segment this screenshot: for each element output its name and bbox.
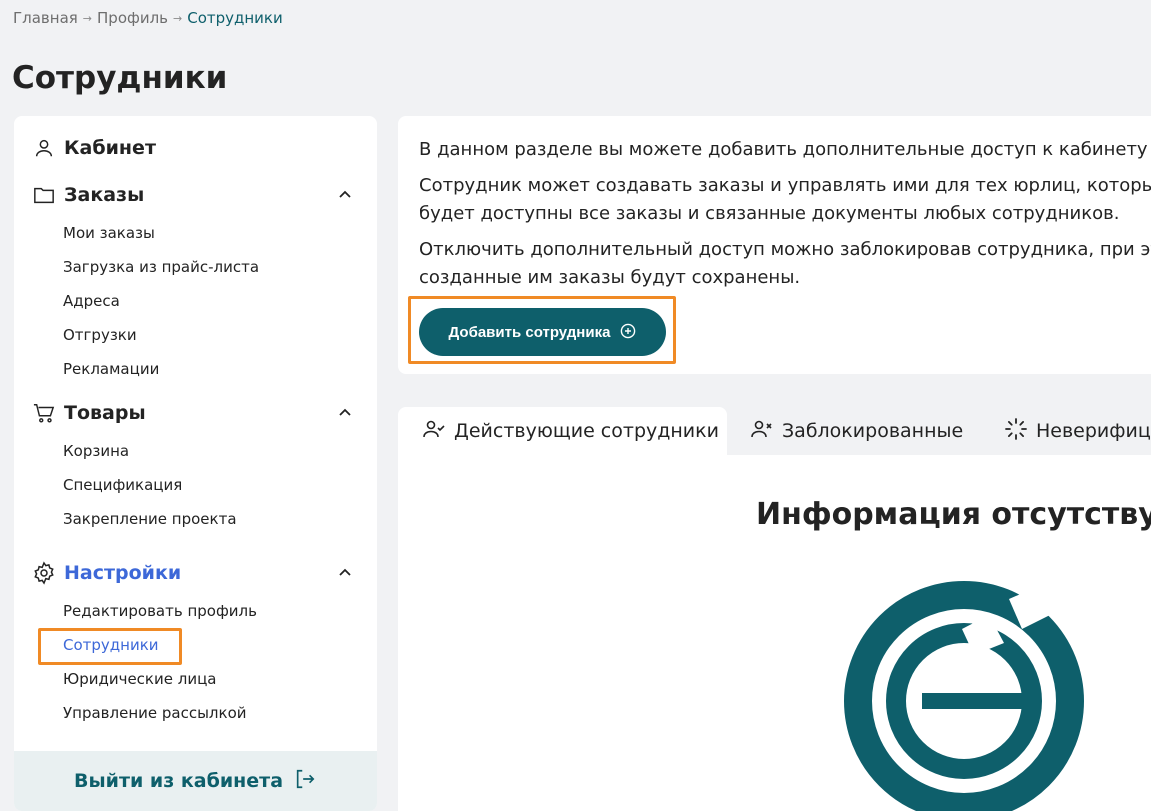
highlight-box	[38, 628, 182, 665]
tab-blocked[interactable]: Заблокированные	[750, 407, 963, 455]
info-text-3b: созданные им заказы будут сохранены.	[419, 267, 801, 288]
chevron-up-icon[interactable]	[333, 561, 357, 585]
info-text-1: В данном разделе вы можете добавить допо…	[419, 139, 1151, 160]
tab-label: Заблокированные	[782, 420, 964, 442]
sidebar-item-addresses[interactable]: Адреса	[63, 291, 120, 311]
user-x-icon	[750, 417, 774, 446]
breadcrumb: Главная → Профиль → Сотрудники	[13, 9, 283, 27]
sidebar-section-label: Товары	[64, 402, 146, 424]
sidebar-item-legal-entities[interactable]: Юридические лица	[63, 669, 216, 689]
sidebar-item-project-lock[interactable]: Закрепление проекта	[63, 509, 237, 529]
info-text-2a: Сотрудник может создавать заказы и управ…	[419, 175, 1151, 196]
employee-tabs: Действующие сотрудники Заблокированные Н…	[398, 407, 1151, 455]
arrow-right-icon: →	[82, 11, 93, 25]
sidebar-item-my-orders[interactable]: Мои заказы	[63, 223, 155, 243]
sidebar-section-orders[interactable]: Заказы	[32, 181, 357, 209]
sidebar-item-price-upload[interactable]: Загрузка из прайс-листа	[63, 257, 259, 277]
sidebar-item-claims[interactable]: Рекламации	[63, 359, 159, 379]
info-text-3a: Отключить дополнительный доступ можно за…	[419, 239, 1151, 260]
sidebar-item-specification[interactable]: Спецификация	[63, 475, 182, 495]
user-icon	[32, 136, 56, 160]
gear-icon	[32, 561, 56, 585]
info-text-2b: будет доступны все заказы и связанные до…	[419, 203, 1120, 224]
page-title: Сотрудники	[12, 60, 228, 96]
tab-unverified[interactable]: Неверифици	[1004, 407, 1151, 455]
chevron-up-icon[interactable]	[333, 183, 357, 207]
sidebar-section-cabinet[interactable]: Кабинет	[32, 134, 357, 162]
folder-icon	[32, 183, 56, 207]
highlight-box	[408, 296, 676, 364]
tab-label: Действующие сотрудники	[454, 420, 719, 442]
breadcrumb-profile[interactable]: Профиль	[97, 9, 168, 27]
sidebar-section-label: Заказы	[64, 184, 145, 206]
sidebar-item-shipments[interactable]: Отгрузки	[63, 325, 137, 345]
sidebar-item-mailing[interactable]: Управление рассылкой	[63, 703, 247, 723]
sidebar-section-goods[interactable]: Товары	[32, 399, 357, 427]
tab-content: Информация отсутствует	[398, 455, 1151, 811]
sidebar-section-label: Кабинет	[64, 137, 156, 159]
sidebar-section-label: Настройки	[64, 562, 182, 584]
loader-icon	[1004, 417, 1028, 446]
sidebar-item-cart[interactable]: Корзина	[63, 441, 129, 461]
breadcrumb-current: Сотрудники	[187, 9, 283, 27]
company-logo	[844, 581, 1084, 811]
breadcrumb-home[interactable]: Главная	[13, 9, 78, 27]
tab-label: Неверифици	[1036, 420, 1151, 442]
sidebar-section-settings[interactable]: Настройки	[32, 559, 357, 587]
tab-active-employees[interactable]: Действующие сотрудники	[398, 407, 727, 455]
sidebar: Кабинет Заказы Мои заказы Загрузка из пр…	[14, 116, 377, 811]
logout-icon	[293, 768, 317, 794]
chevron-up-icon[interactable]	[333, 401, 357, 425]
cart-icon	[32, 401, 56, 425]
arrow-right-icon: →	[173, 11, 183, 25]
user-check-icon	[422, 417, 446, 446]
empty-state-title: Информация отсутствует	[756, 497, 1151, 532]
sidebar-item-edit-profile[interactable]: Редактировать профиль	[63, 601, 257, 621]
logout-button[interactable]: Выйти из кабинета	[14, 751, 377, 811]
logout-label: Выйти из кабинета	[73, 770, 284, 792]
